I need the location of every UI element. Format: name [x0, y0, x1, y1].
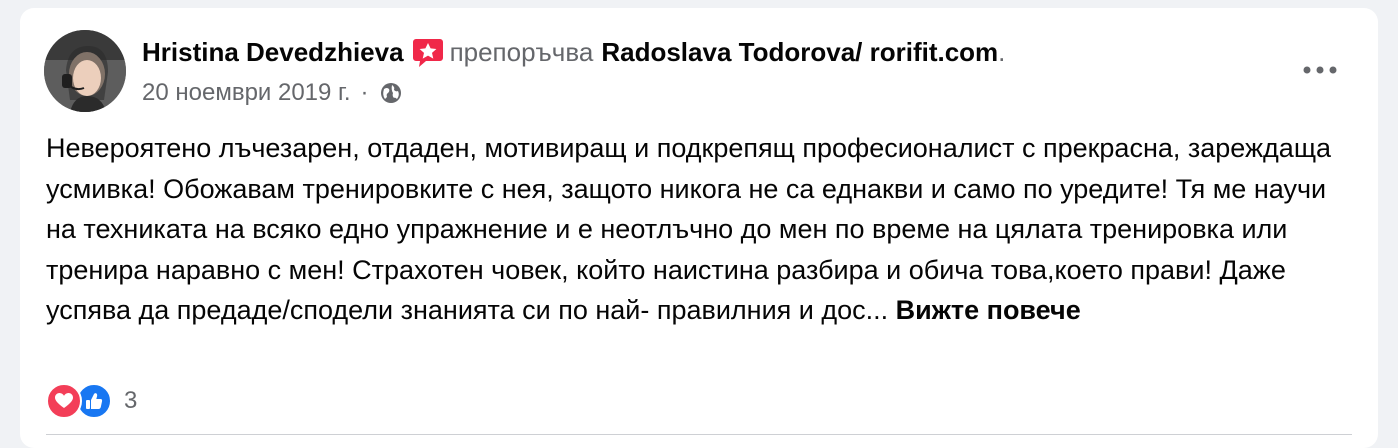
globe-icon[interactable]: [379, 81, 403, 105]
post-card: Hristina Devedzhieva препоръчва Radoslav…: [20, 8, 1378, 448]
author-name-link[interactable]: Hristina Devedzhieva: [142, 37, 404, 68]
avatar-photo: [44, 30, 126, 112]
avatar[interactable]: [44, 30, 126, 112]
header-period: .: [998, 36, 1006, 67]
reactions-bar[interactable]: 3: [46, 382, 137, 420]
post-date-link[interactable]: 20 ноември 2019 г.: [142, 79, 351, 107]
post-text: Невероятено лъчезарен, отдаден, мотивира…: [46, 128, 1346, 331]
reaction-count[interactable]: 3: [124, 387, 137, 415]
more-horizontal-icon: [1303, 66, 1337, 74]
recommendation-star-icon: [412, 36, 444, 68]
post-body-text: Невероятено лъчезарен, отдаден, мотивира…: [46, 133, 1332, 325]
more-options-button[interactable]: [1298, 56, 1342, 84]
recommends-label: препоръчва: [449, 36, 594, 67]
meta-separator: ·: [360, 79, 369, 106]
divider: [46, 434, 1352, 435]
love-icon: [46, 383, 82, 419]
post-header: Hristina Devedzhieva препоръчва Radoslav…: [142, 34, 1005, 70]
page-name-link[interactable]: Radoslava Todorova/ rorifit.com: [601, 37, 998, 68]
post-meta: 20 ноември 2019 г. ·: [142, 76, 403, 110]
see-more-link[interactable]: Вижте повече: [896, 295, 1081, 325]
